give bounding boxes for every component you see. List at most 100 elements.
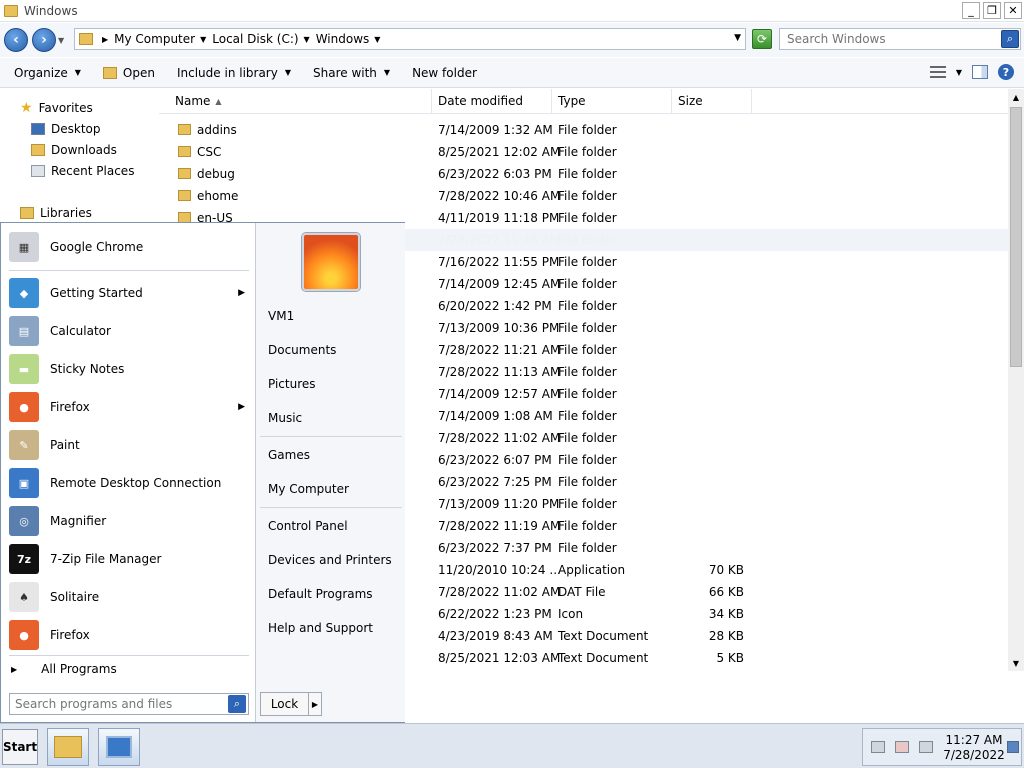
- table-row[interactable]: debug 6/23/2022 6:03 PM File folder: [159, 163, 1008, 185]
- breadcrumb-windows[interactable]: Windows ▼: [316, 32, 381, 46]
- start-program-firefox[interactable]: ● Firefox: [9, 617, 249, 653]
- separator: [9, 655, 249, 656]
- help-icon[interactable]: ?: [998, 64, 1014, 80]
- column-type[interactable]: Type: [552, 89, 672, 113]
- start-link-games[interactable]: Games: [268, 448, 310, 462]
- preview-pane-icon[interactable]: [972, 65, 988, 79]
- start-program-firefox[interactable]: ● Firefox ▶: [9, 389, 249, 425]
- restore-button[interactable]: ❐: [983, 2, 1001, 19]
- start-link-default-programs[interactable]: Default Programs: [268, 587, 373, 601]
- start-program-chrome[interactable]: ▦ Google Chrome: [9, 229, 249, 265]
- nav-recent-places[interactable]: Recent Places: [31, 164, 134, 178]
- refresh-button[interactable]: ⟳: [752, 29, 772, 49]
- organize-button[interactable]: Organize ▼: [14, 66, 81, 80]
- back-button[interactable]: ‹: [4, 28, 28, 52]
- table-row[interactable]: addins 7/14/2009 1:32 AM File folder: [159, 119, 1008, 141]
- network-icon[interactable]: [871, 741, 885, 753]
- start-link-vm1[interactable]: VM1: [268, 309, 294, 323]
- getting-started-icon: ◆: [9, 278, 39, 308]
- address-history-dropdown[interactable]: ▼: [734, 33, 741, 43]
- clock[interactable]: 11:27 AM 7/28/2022: [939, 733, 1009, 763]
- file-type: File folder: [558, 541, 617, 555]
- table-row[interactable]: CSC 8/25/2021 12:02 AM File folder: [159, 141, 1008, 163]
- start-program-calculator[interactable]: ▤ Calculator: [9, 313, 249, 349]
- column-name[interactable]: Name ▲: [169, 89, 432, 113]
- view-dropdown-icon[interactable]: ▼: [956, 68, 962, 77]
- start-link-documents[interactable]: Documents: [268, 343, 336, 357]
- file-type: File folder: [558, 409, 617, 423]
- start-program-getting-started[interactable]: ◆ Getting Started ▶: [9, 275, 249, 311]
- paint-icon: ✎: [9, 430, 39, 460]
- file-type: File folder: [558, 475, 617, 489]
- file-type: File folder: [558, 387, 617, 401]
- lock-button[interactable]: Lock ▶: [260, 692, 322, 716]
- new-folder-button[interactable]: New folder: [412, 66, 477, 80]
- shutdown-options-icon[interactable]: ▶: [309, 700, 321, 709]
- firefox-icon: ●: [9, 620, 39, 650]
- search-icon[interactable]: ⌕: [228, 695, 246, 713]
- submenu-arrow-icon[interactable]: ▶: [238, 402, 245, 412]
- view-options-icon[interactable]: [929, 66, 946, 78]
- window-title: Windows: [24, 3, 78, 18]
- recent-pages-dropdown[interactable]: ▼: [58, 36, 68, 45]
- breadcrumb-local-disk[interactable]: Local Disk (C:) ▼: [212, 32, 309, 46]
- start-program-sticky-notes[interactable]: ▬ Sticky Notes: [9, 351, 249, 387]
- file-type: File folder: [558, 167, 617, 181]
- table-row[interactable]: ehome 7/28/2022 10:46 AM File folder: [159, 185, 1008, 207]
- file-type: File folder: [558, 299, 617, 313]
- show-desktop-icon[interactable]: [1007, 741, 1019, 753]
- close-button[interactable]: ✕: [1004, 2, 1022, 19]
- start-program-solitaire[interactable]: ♠ Solitaire: [9, 579, 249, 615]
- search-icon[interactable]: ⌕: [1001, 30, 1019, 48]
- breadcrumb-root-arrow[interactable]: ▶: [97, 35, 108, 44]
- start-program-magnifier[interactable]: ◎ Magnifier: [9, 503, 249, 539]
- nav-favorites[interactable]: ★ Favorites: [20, 100, 93, 116]
- nav-downloads[interactable]: Downloads: [31, 143, 117, 157]
- start-search-box: ⌕: [9, 693, 249, 715]
- file-type: File folder: [558, 211, 617, 225]
- minimize-button[interactable]: _: [962, 2, 980, 19]
- start-link-devices-and-printers[interactable]: Devices and Printers: [268, 553, 392, 567]
- file-date: 7/14/2009 1:32 AM: [438, 123, 553, 137]
- remote-desktop-icon: ▣: [9, 468, 39, 498]
- start-link-pictures[interactable]: Pictures: [268, 377, 316, 391]
- share-with-button[interactable]: Share with ▼: [313, 66, 390, 80]
- vertical-scrollbar[interactable]: ▲ ▼: [1008, 89, 1024, 671]
- start-link-music[interactable]: Music: [268, 411, 302, 425]
- scroll-down-icon[interactable]: ▼: [1008, 655, 1024, 671]
- start-search-input[interactable]: [10, 697, 224, 711]
- start-link-my-computer[interactable]: My Computer: [268, 482, 349, 496]
- volume-icon[interactable]: [919, 741, 933, 753]
- file-date: 6/23/2022 7:37 PM: [438, 541, 552, 555]
- start-program-7zip[interactable]: 7z 7-Zip File Manager: [9, 541, 249, 577]
- taskbar-remote-desktop-button[interactable]: [98, 728, 140, 766]
- include-in-library-button[interactable]: Include in library ▼: [177, 66, 291, 80]
- column-date-modified[interactable]: Date modified: [432, 89, 552, 113]
- breadcrumb-my-computer[interactable]: My Computer ▼: [114, 32, 206, 46]
- forward-button[interactable]: ›: [32, 28, 56, 52]
- file-type: File folder: [558, 233, 617, 247]
- user-avatar[interactable]: [302, 233, 360, 291]
- start-link-help-and-support[interactable]: Help and Support: [268, 621, 373, 635]
- scroll-up-icon[interactable]: ▲: [1008, 89, 1024, 105]
- column-size[interactable]: Size: [672, 89, 752, 113]
- breadcrumb[interactable]: ▶ My Computer ▼ Local Disk (C:) ▼ Windows ▼…: [74, 28, 746, 50]
- taskbar-explorer-button[interactable]: [47, 728, 89, 766]
- submenu-arrow-icon[interactable]: ▶: [238, 288, 245, 298]
- taskbar: Start 11:27 AM 7/28/2022: [0, 723, 1024, 768]
- remote-desktop-icon: [106, 736, 132, 758]
- nav-libraries[interactable]: Libraries: [20, 206, 92, 220]
- lock-label[interactable]: Lock: [261, 693, 309, 715]
- file-size: 5 KB: [716, 651, 744, 665]
- start-link-control-panel[interactable]: Control Panel: [268, 519, 348, 533]
- start-program-remote-desktop[interactable]: ▣ Remote Desktop Connection: [9, 465, 249, 501]
- scroll-thumb[interactable]: [1010, 107, 1022, 367]
- action-center-icon[interactable]: [895, 741, 909, 753]
- nav-desktop[interactable]: Desktop: [31, 122, 101, 136]
- all-programs-button[interactable]: ▶ All Programs: [11, 662, 117, 676]
- start-program-paint[interactable]: ✎ Paint: [9, 427, 249, 463]
- search-input[interactable]: [780, 32, 996, 46]
- command-bar: Organize ▼ Open Include in library ▼ Share…: [0, 58, 1024, 88]
- start-button[interactable]: Start: [2, 729, 38, 765]
- open-button[interactable]: Open: [102, 66, 155, 80]
